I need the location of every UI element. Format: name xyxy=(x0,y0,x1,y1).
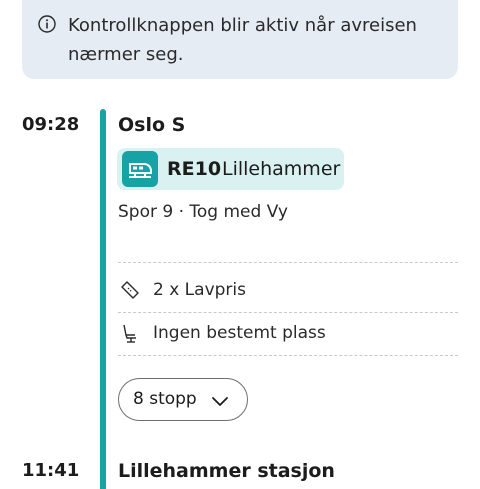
train-icon xyxy=(122,151,158,187)
info-banner: Kontrollknappen blir aktiv når avreisen … xyxy=(22,0,458,79)
ticket-icon xyxy=(120,280,140,300)
divider xyxy=(118,355,458,356)
info-circle-icon xyxy=(38,15,56,33)
departure-time: 09:28 xyxy=(22,114,80,135)
chevron-down-icon xyxy=(211,393,229,412)
arrival-station: Lillehammer stasjon xyxy=(118,460,335,482)
seat-icon xyxy=(120,323,140,343)
route-chip[interactable]: RE10 Lillehammer xyxy=(117,148,344,190)
ticket-info: 2 x Lavpris xyxy=(153,280,246,300)
arrival-time: 11:41 xyxy=(22,460,80,481)
info-banner-text: Kontrollknappen blir aktiv når avreisen … xyxy=(68,15,417,65)
route-destination: Lillehammer xyxy=(222,158,341,180)
show-stops-button[interactable]: 8 stopp xyxy=(118,378,248,421)
route-timeline-line xyxy=(100,109,106,489)
seat-info: Ingen bestemt plass xyxy=(153,323,326,343)
divider xyxy=(118,312,458,313)
stops-button-label: 8 stopp xyxy=(133,389,197,409)
route-code: RE10 xyxy=(167,158,222,180)
divider xyxy=(118,262,458,263)
departure-station: Oslo S xyxy=(118,114,186,136)
platform-info: Spor 9 · Tog med Vy xyxy=(118,202,288,222)
